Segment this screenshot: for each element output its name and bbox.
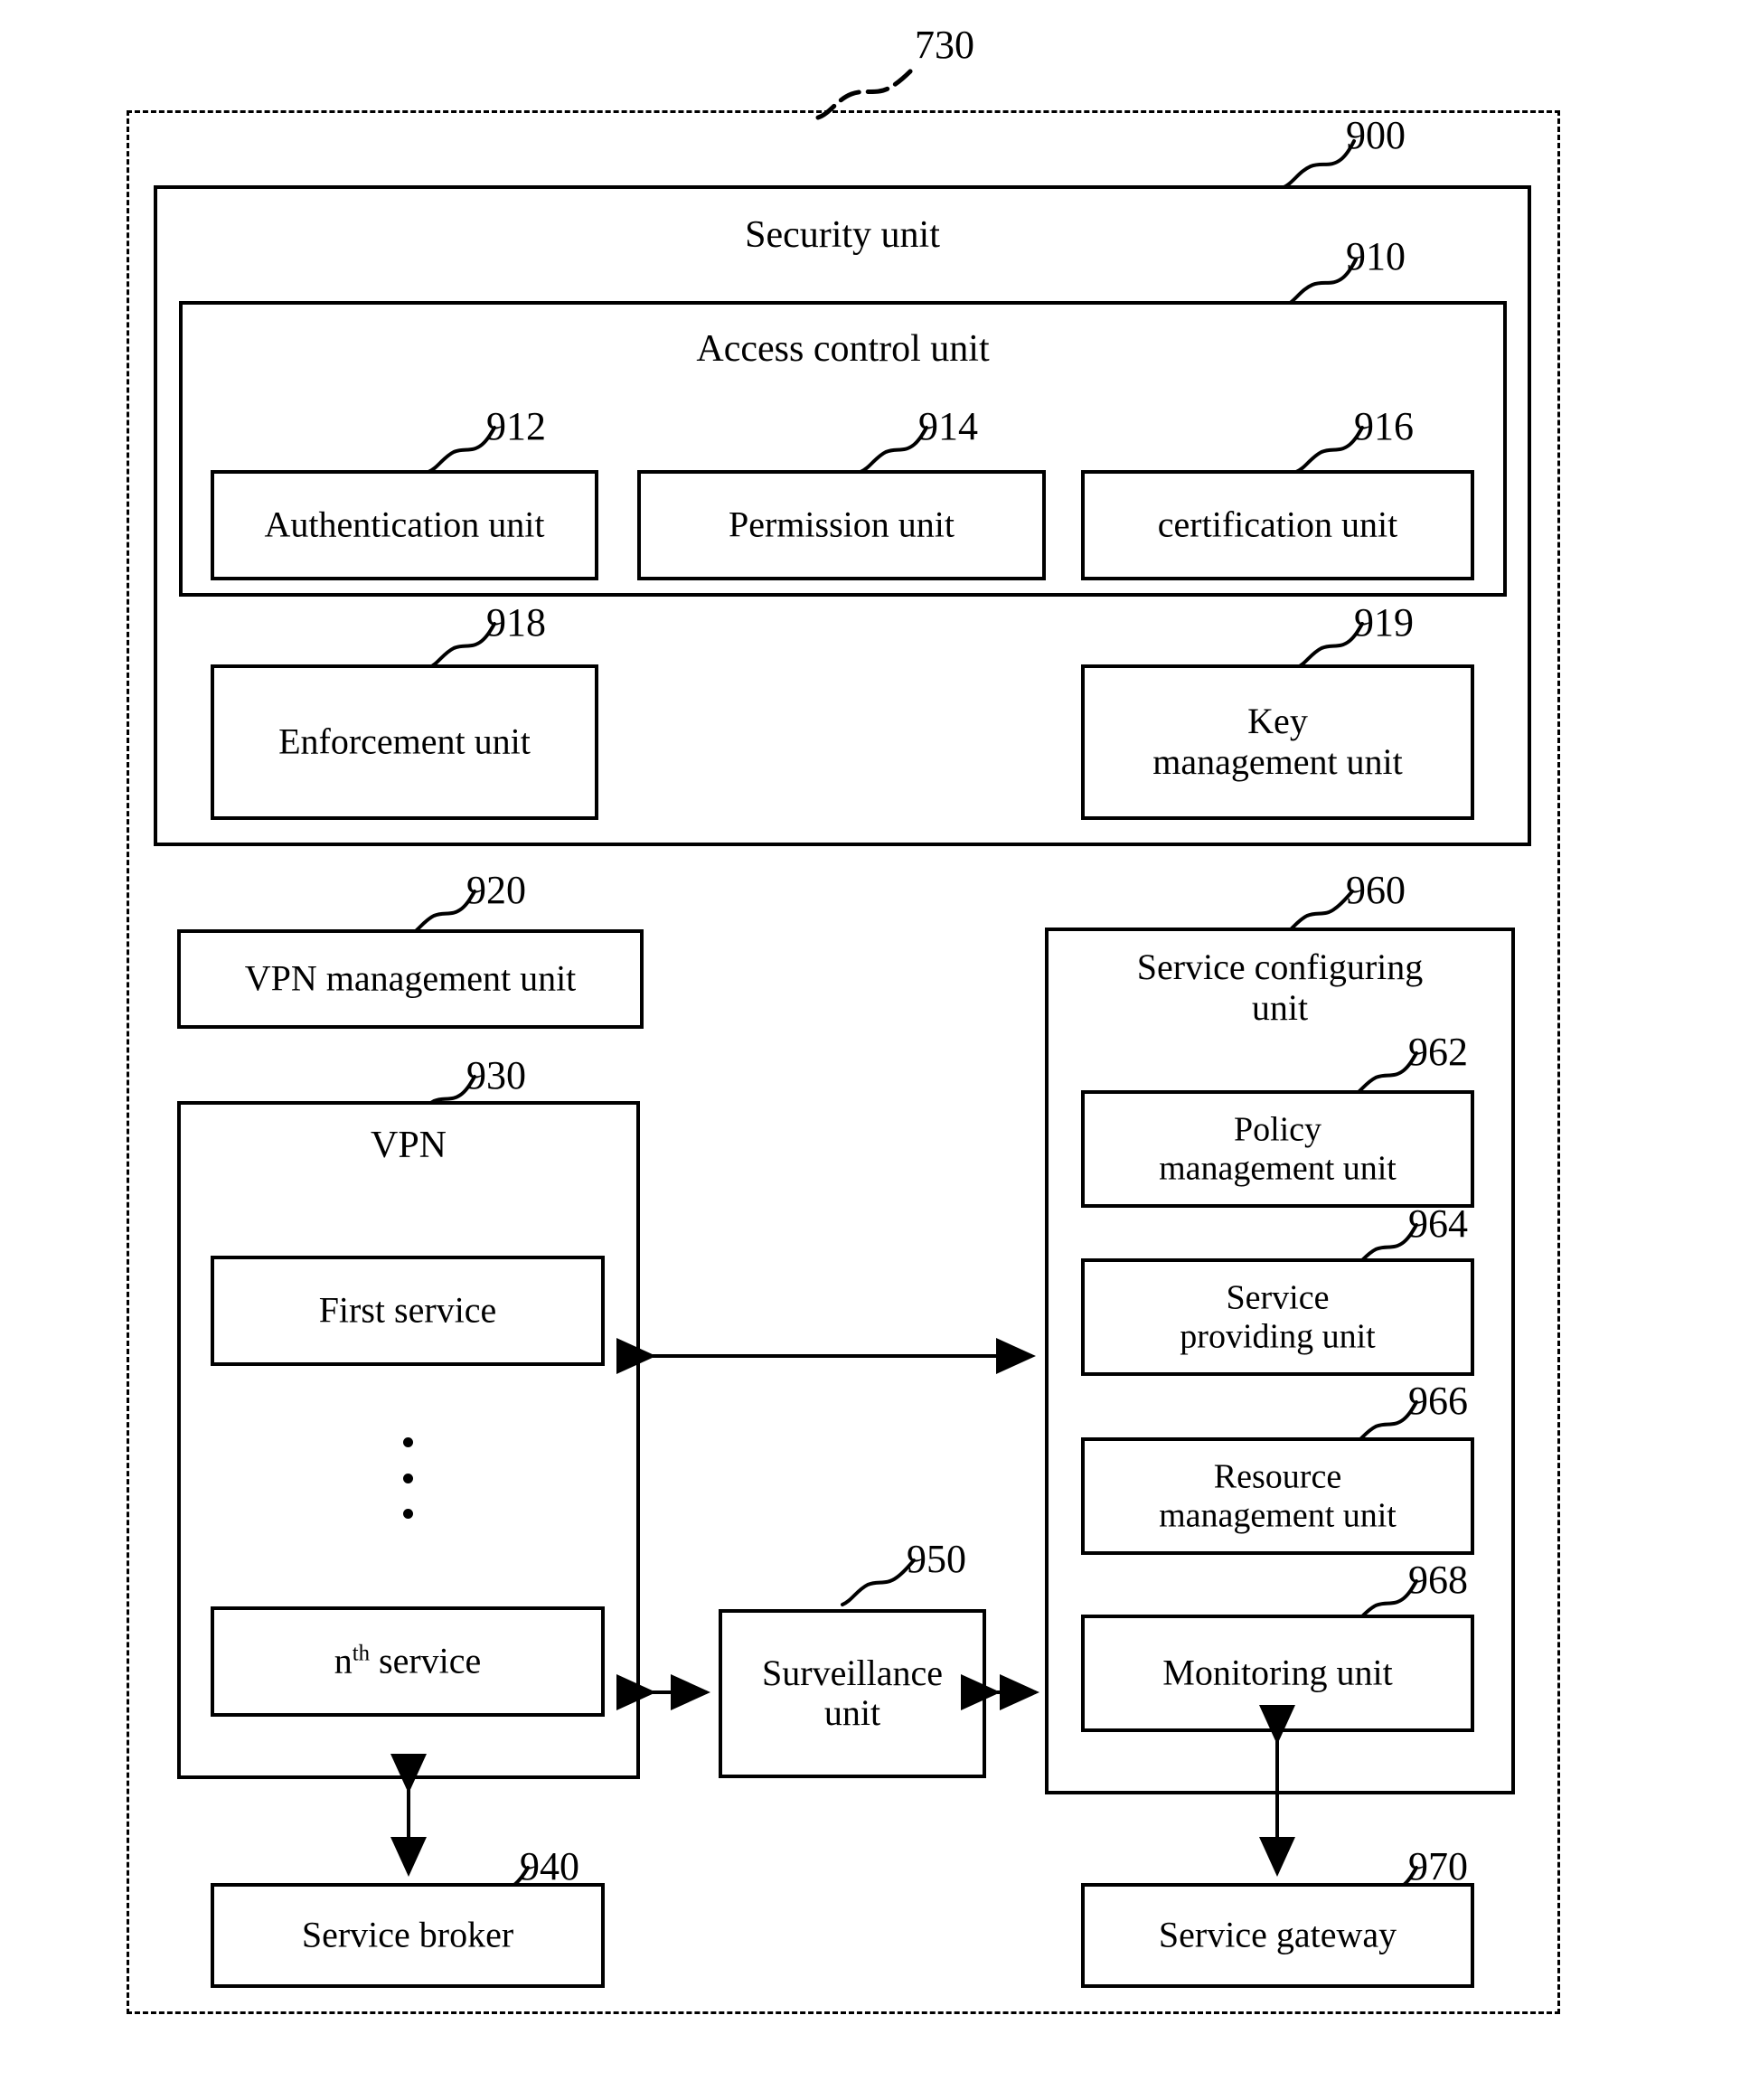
connector-arrows — [390, 1338, 1295, 1877]
patent-figure: 730 900 Security unit 910 Access control… — [0, 0, 1740, 2100]
